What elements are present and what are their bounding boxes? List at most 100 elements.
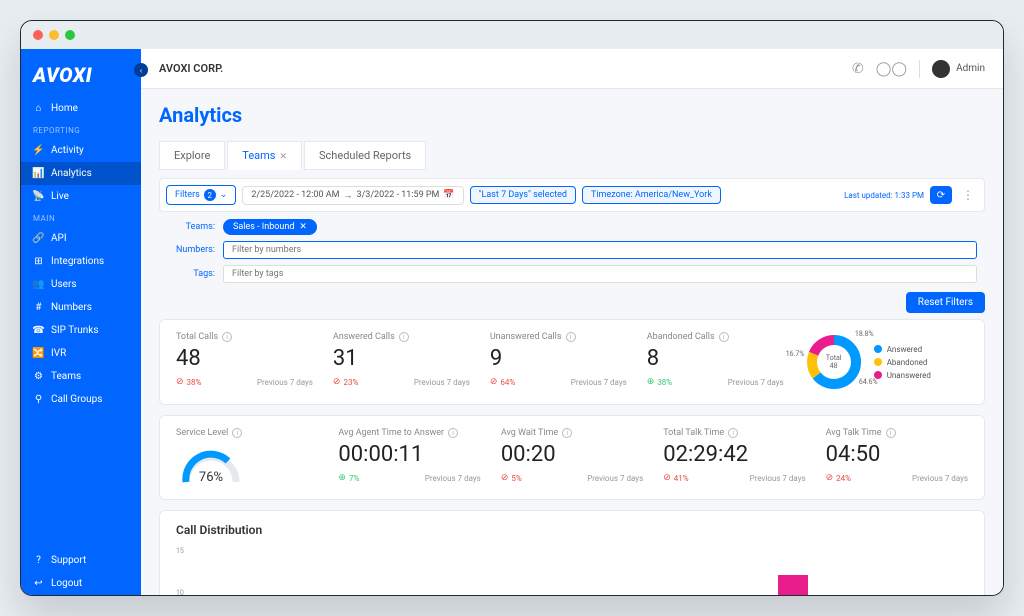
team-chip[interactable]: Sales - Inbound ✕ — [223, 219, 317, 235]
date-range-picker[interactable]: 2/25/2022 - 12:00 AM → 3/3/2022 - 11:59 … — [242, 186, 463, 205]
nav-item-activity[interactable]: ⚡Activity — [21, 139, 141, 162]
date-to: 3/3/2022 - 11:59 PM — [356, 190, 439, 200]
metric-avg-agent-time-to-answer: Avg Agent Time to Answeri 00:00:11 ⊕7%Pr… — [338, 428, 480, 483]
info-icon[interactable]: i — [566, 332, 576, 342]
metric-previous: Previous 7 days — [587, 474, 643, 483]
nav-home[interactable]: ⌂Home — [21, 97, 141, 120]
metric-label: Avg Talk Time — [826, 428, 882, 438]
y-tick: 15 — [176, 547, 184, 555]
nav-item-label: Logout — [51, 578, 82, 589]
timezone-chip[interactable]: Timezone: America/New_York — [582, 186, 721, 204]
nav-icon: 👥 — [33, 279, 44, 290]
team-chip-label: Sales - Inbound — [233, 222, 294, 232]
refresh-button[interactable]: ⟳ — [930, 186, 952, 204]
donut-pct-abandoned: 16.7% — [786, 350, 805, 358]
nav-item-users[interactable]: 👥Users — [21, 273, 141, 296]
nav-item-label: IVR — [51, 348, 66, 359]
delta-icon: ⊕ — [338, 473, 346, 483]
nav-item-label: Live — [51, 191, 69, 202]
metric-label: Total Calls — [176, 332, 218, 342]
tab-teams[interactable]: Teams ✕ — [227, 141, 302, 170]
nav-icon: ⚲ — [33, 394, 44, 405]
nav-item-sip-trunks[interactable]: ☎ SIP Trunks — [21, 319, 141, 342]
metric-delta: ⊕38% — [647, 377, 672, 387]
donut-center: Total48 — [826, 354, 842, 370]
metric-value: 00:00:11 — [338, 442, 480, 467]
delta-icon: ⊘ — [176, 377, 184, 387]
logo: AVOXI — [21, 49, 141, 97]
numbers-input[interactable] — [223, 241, 977, 259]
date-preset-chip[interactable]: "Last 7 Days" selected — [470, 186, 576, 204]
info-icon[interactable]: i — [886, 428, 896, 438]
metric-abandoned-calls: Abandoned Callsi 8 ⊕38%Previous 7 days — [647, 332, 784, 387]
metric-label: Total Talk Time — [663, 428, 724, 438]
service-level-label: Service Level — [176, 428, 228, 438]
nav-item-integrations[interactable]: ⊞Integrations — [21, 250, 141, 273]
user-menu[interactable]: Admin — [919, 60, 985, 78]
legend-label: Unanswered — [887, 371, 931, 380]
nav-item-label: Teams — [51, 371, 81, 382]
nav-label: Home — [51, 103, 78, 114]
collapse-sidebar-button[interactable]: ‹ — [134, 63, 148, 77]
nav-item-numbers[interactable]: #Numbers — [21, 296, 141, 319]
nav-icon: ☎ — [33, 325, 44, 336]
tags-input[interactable] — [223, 265, 977, 283]
legend-item: Abandoned — [874, 358, 931, 367]
nav-item-analytics[interactable]: 📊Analytics — [21, 162, 141, 185]
close-window-icon[interactable] — [33, 30, 43, 40]
nav-item-ivr[interactable]: 🔀 IVR — [21, 342, 141, 365]
info-icon[interactable]: i — [728, 428, 738, 438]
minimize-window-icon[interactable] — [49, 30, 59, 40]
service-level-gauge: 76% — [176, 442, 246, 487]
y-tick: 10 — [176, 589, 184, 595]
delta-icon: ⊘ — [333, 377, 341, 387]
nav-item-logout[interactable]: ↩Logout — [21, 572, 141, 595]
nav-item-label: Support — [51, 555, 86, 566]
voicemail-icon[interactable]: ◯◯ — [876, 61, 907, 77]
calendar-icon: 📅 — [443, 190, 454, 200]
last-updated: Last updated: 1:33 PM — [844, 191, 924, 200]
info-icon[interactable]: i — [562, 428, 572, 438]
nav-item-live[interactable]: 📡Live — [21, 185, 141, 208]
nav-icon: ? — [33, 555, 44, 566]
teams-filter-row: Teams: Sales - Inbound ✕ — [159, 216, 985, 238]
maximize-window-icon[interactable] — [65, 30, 75, 40]
filters-button[interactable]: Filters 2 ⌄ — [166, 185, 236, 205]
headset-icon[interactable]: ✆ — [852, 61, 864, 77]
call-breakdown-donut: Total48 18.8% 16.7% 64.6% AnsweredAbando… — [804, 332, 968, 392]
legend-label: Answered — [887, 345, 922, 354]
metric-total-talk-time: Total Talk Timei 02:29:42 ⊘41%Previous 7… — [663, 428, 805, 483]
more-menu-button[interactable]: ⋮ — [958, 188, 978, 202]
nav-item-support[interactable]: ? Support — [21, 549, 141, 572]
service-level-metric: Service Level i 76% — [176, 428, 318, 487]
metric-previous: Previous 7 days — [912, 474, 968, 483]
nav-item-api[interactable]: 🔗API — [21, 227, 141, 250]
nav-icon: ⚡ — [33, 145, 44, 156]
call-distribution-chart: 15 10 — [176, 547, 968, 595]
nav-item-label: SIP Trunks — [51, 325, 99, 336]
nav-item-label: API — [51, 233, 67, 244]
sidebar: AVOXI ‹ ⌂Home REPORTING⚡Activity📊Analyti… — [21, 49, 141, 595]
info-icon[interactable]: i — [719, 332, 729, 342]
nav-icon: 🔀 — [33, 348, 44, 359]
info-icon[interactable]: i — [232, 428, 242, 438]
tab-label: Scheduled Reports — [319, 149, 411, 162]
info-icon[interactable]: i — [448, 428, 458, 438]
delta-icon: ⊘ — [663, 473, 671, 483]
metric-value: 48 — [176, 346, 313, 371]
metric-delta: ⊕7% — [338, 473, 359, 483]
service-level-value: 76% — [199, 470, 223, 485]
remove-chip-icon[interactable]: ✕ — [299, 222, 307, 232]
tab-label: Teams — [242, 149, 275, 162]
user-name: Admin — [956, 63, 985, 74]
tab-scheduled-reports[interactable]: Scheduled Reports — [304, 141, 426, 170]
nav-item-teams[interactable]: ⚙Teams — [21, 365, 141, 388]
metric-value: 04:50 — [826, 442, 968, 467]
close-tab-icon[interactable]: ✕ — [279, 152, 287, 162]
info-icon[interactable]: i — [399, 332, 409, 342]
reset-filters-button[interactable]: Reset Filters — [906, 292, 985, 313]
nav-item-call-groups[interactable]: ⚲Call Groups — [21, 388, 141, 411]
info-icon[interactable]: i — [222, 332, 232, 342]
tab-explore[interactable]: Explore — [159, 141, 225, 170]
metric-delta: ⊘24% — [826, 473, 851, 483]
